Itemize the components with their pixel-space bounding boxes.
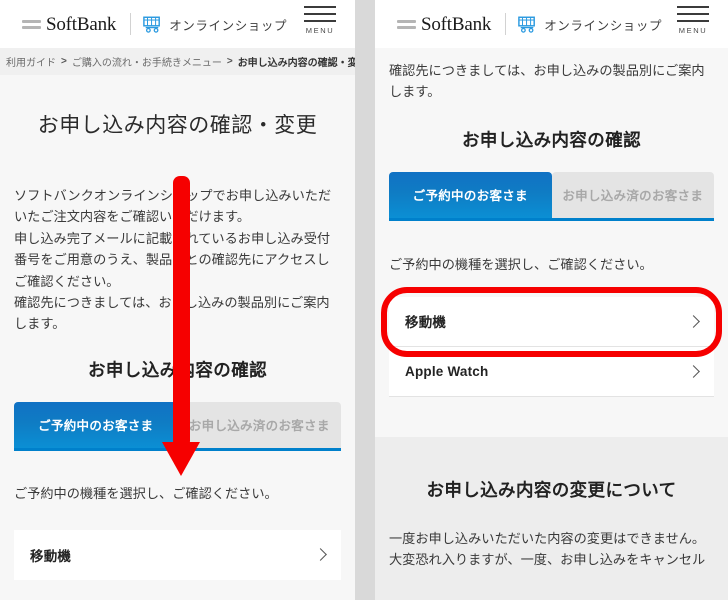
softbank-bars-icon — [397, 19, 416, 29]
bottom-section-heading: お申し込み内容の変更について — [426, 479, 677, 500]
hamburger-bars — [677, 6, 709, 22]
option-list: 移動機 Apple Watch — [381, 286, 722, 397]
list-item-mobile-device[interactable]: 移動機 — [14, 529, 341, 580]
dual-panel-screenshot: SoftBank オンラインショップ MENU 利用ガイド > ご購入の流れ・お… — [0, 0, 728, 600]
bottom-line: 大変恐れ入りますが、一度、お申し込みをキャンセル — [389, 552, 706, 568]
bottom-line: 一度お申し込みいただいた内容の変更はできません。 — [389, 530, 706, 546]
hamburger-menu-icon[interactable]: MENU — [299, 6, 341, 35]
chevron-right-icon — [314, 548, 327, 562]
shopping-cart-icon — [143, 16, 161, 33]
online-shop-label: オンラインショップ — [169, 18, 288, 33]
tab-applied-customers[interactable]: お申し込み済のお客さま — [177, 401, 341, 448]
menu-label: MENU — [678, 26, 708, 35]
left-panel: SoftBank オンラインショップ MENU 利用ガイド > ご購入の流れ・お… — [0, 0, 355, 600]
change-info-section: お申し込み内容の変更について 一度お申し込みいただいた内容の変更はできません。 … — [375, 436, 728, 600]
softbank-logo-text: SoftBank — [421, 13, 492, 35]
header-divider — [130, 13, 132, 35]
site-header-left: SoftBank オンラインショップ MENU — [0, 0, 355, 48]
breadcrumb: 利用ガイド > ご購入の流れ・お手続きメニュー > お申し込み内容の確認・変更 — [0, 48, 355, 75]
selection-instruction: ご予約中の機種を選択し、ご確認ください。 — [389, 256, 653, 272]
chevron-right-icon — [687, 365, 700, 378]
breadcrumb-separator: > — [61, 56, 67, 67]
page-title: お申し込み内容の確認・変更 — [37, 114, 318, 137]
breadcrumb-item-2: お申し込み内容の確認・変更 — [237, 58, 355, 69]
site-header-right: SoftBank オンラインショップ MENU — [375, 0, 728, 48]
softbank-bars-icon — [22, 19, 41, 29]
online-shop-label: オンラインショップ — [544, 18, 663, 33]
hamburger-menu-icon[interactable]: MENU — [672, 6, 714, 35]
option-list: 移動機 — [14, 529, 341, 580]
list-item-label: 移動機 — [30, 548, 72, 564]
chevron-right-icon — [687, 315, 700, 328]
list-item-mobile-device[interactable]: 移動機 — [389, 296, 714, 347]
intro-line: します。 — [389, 84, 441, 100]
shopping-cart-icon — [518, 16, 536, 33]
menu-label: MENU — [305, 26, 335, 35]
list-item-apple-watch[interactable]: Apple Watch — [389, 346, 714, 397]
softbank-logo[interactable]: SoftBank — [397, 15, 491, 34]
intro-paragraph: 確認先につきましては、お申し込みの製品別にご案内 します。 — [389, 48, 714, 103]
breadcrumb-separator: > — [226, 56, 233, 67]
bottom-paragraph: 一度お申し込みいただいた内容の変更はできません。 大変恐れ入りますが、一度、お申… — [389, 502, 714, 571]
tab-reserved-customers[interactable]: ご予約中のお客さま — [389, 171, 552, 218]
list-item-label: 移動機 — [405, 315, 447, 331]
tab-applied-customers[interactable]: お申し込み済のお客さま — [551, 171, 714, 218]
red-down-arrow-annotation — [162, 176, 200, 476]
tab-bar: ご予約中のお客さま お申し込み済のお客さま — [389, 171, 714, 221]
breadcrumb-item-1[interactable]: ご購入の流れ・お手続きメニュー — [72, 54, 222, 69]
softbank-logo[interactable]: SoftBank — [22, 15, 116, 34]
hamburger-bars — [304, 6, 336, 22]
tab-reserved-customers[interactable]: ご予約中のお客さま — [14, 401, 178, 448]
list-item-label: Apple Watch — [405, 363, 489, 379]
intro-line: 確認先につきましては、お申し込みの製品別にご案内 — [389, 63, 705, 78]
section-heading-confirm: お申し込み内容の確認 — [462, 129, 641, 150]
right-content: 確認先につきましては、お申し込みの製品別にご案内 します。 お申し込み内容の確認… — [375, 48, 728, 397]
breadcrumb-item-0[interactable]: 利用ガイド — [6, 54, 56, 69]
right-panel: SoftBank オンラインショップ MENU 確認先につきましては、お申し込み… — [375, 0, 728, 600]
header-divider — [505, 13, 507, 35]
panel-gutter — [355, 0, 375, 600]
softbank-logo-text: SoftBank — [46, 13, 117, 35]
